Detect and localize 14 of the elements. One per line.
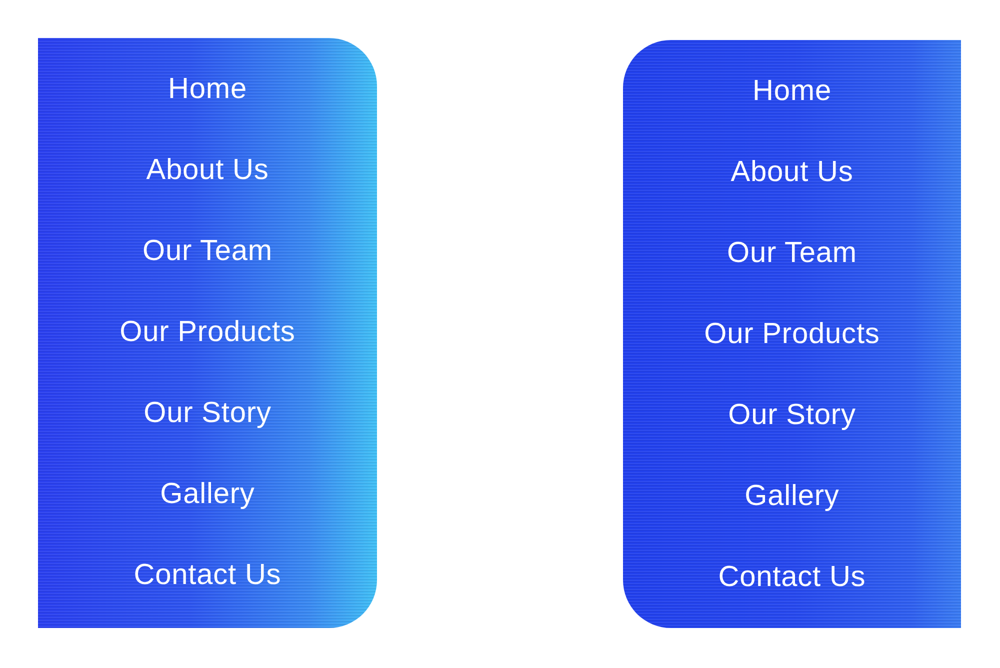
menu-item[interactable]: Our Team — [727, 233, 857, 273]
menu-item[interactable]: Our Products — [704, 314, 880, 354]
menu-item[interactable]: About Us — [730, 152, 854, 192]
menu-item[interactable]: Our Story — [728, 395, 856, 435]
menu-item[interactable]: Gallery — [744, 476, 840, 516]
menu-item[interactable]: Our Story — [144, 393, 272, 433]
menu-item[interactable]: Gallery — [160, 474, 255, 514]
menu-item[interactable]: Contact Us — [134, 555, 282, 595]
menu-item[interactable]: About Us — [146, 150, 269, 190]
menu-item[interactable]: Home — [752, 71, 832, 111]
menu-item[interactable]: Contact Us — [718, 557, 866, 597]
menu-item[interactable]: Home — [168, 69, 247, 109]
menu-item[interactable]: Our Products — [120, 312, 296, 352]
menu-item[interactable]: Our Team — [142, 231, 272, 271]
